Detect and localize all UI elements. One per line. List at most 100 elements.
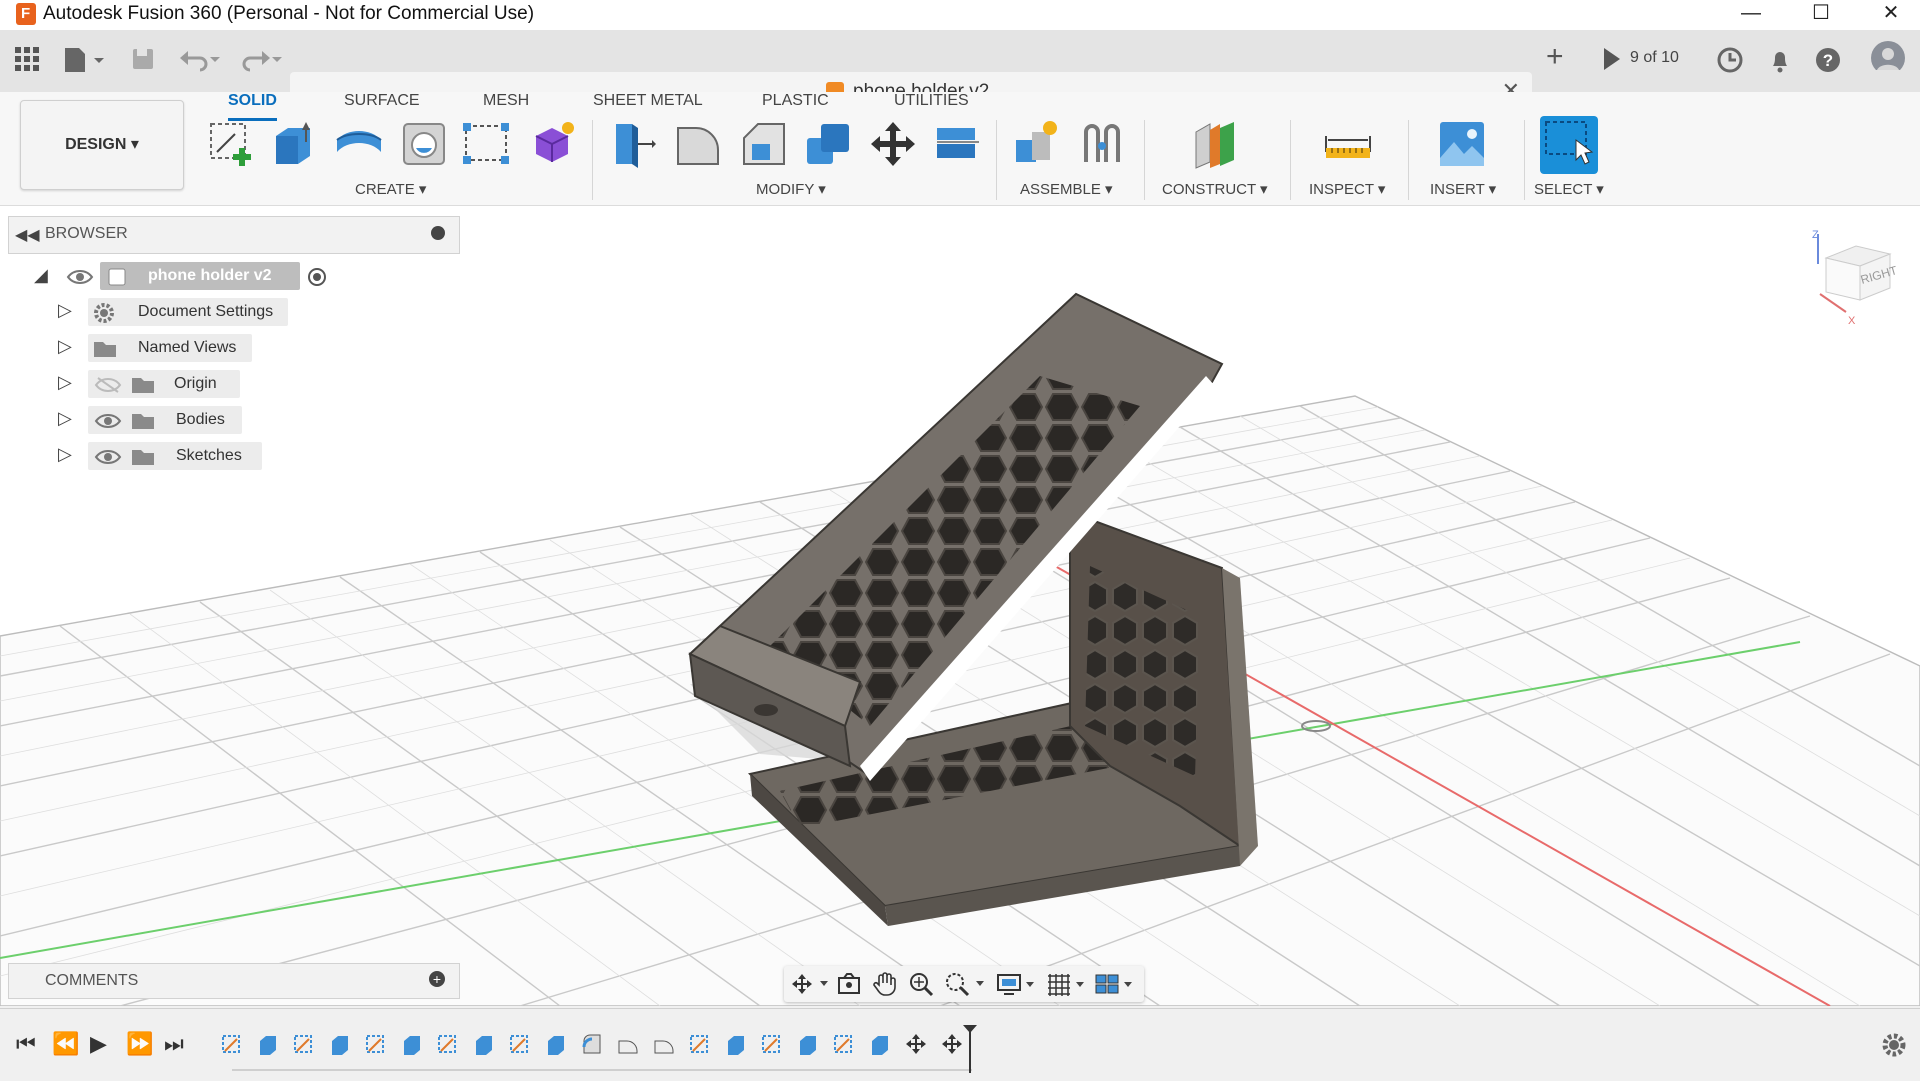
- tree-item[interactable]: ▷ Origin: [58, 370, 358, 400]
- press-pull-icon[interactable]: [606, 118, 658, 170]
- timeline-extrude-feature[interactable]: [256, 1033, 280, 1055]
- modify-group-label[interactable]: MODIFY ▾: [756, 180, 826, 198]
- timeline-next-button[interactable]: ⏩: [126, 1031, 153, 1057]
- timeline-move-feature[interactable]: [904, 1033, 928, 1055]
- inspect-group-label[interactable]: INSPECT ▾: [1309, 180, 1385, 198]
- timeline-extrude-feature[interactable]: [472, 1033, 496, 1055]
- timeline-sketch-feature[interactable]: [688, 1033, 712, 1055]
- tab-sheet-metal[interactable]: SHEET METAL: [593, 92, 703, 118]
- help-icon[interactable]: ?: [1814, 46, 1842, 76]
- timeline-extrude-feature[interactable]: [544, 1033, 568, 1055]
- timeline-sketch-feature[interactable]: [220, 1033, 244, 1055]
- add-comment-button[interactable]: +: [429, 971, 445, 987]
- timeline-previous-button[interactable]: ⏪: [52, 1031, 79, 1057]
- viewports-icon[interactable]: [1094, 972, 1138, 996]
- workspace-switcher-button[interactable]: DESIGN ▾: [20, 100, 184, 190]
- look-at-icon[interactable]: [836, 972, 862, 996]
- measure-icon[interactable]: [1322, 118, 1374, 170]
- timeline-sketch-feature[interactable]: [760, 1033, 784, 1055]
- revolve-icon[interactable]: [333, 118, 385, 170]
- tree-item[interactable]: ▷ Named Views: [58, 334, 358, 364]
- data-panel-grid-icon[interactable]: [14, 46, 40, 76]
- tree-root-row[interactable]: ◢ phone holder v2: [30, 262, 350, 292]
- fit-window-zoom-icon[interactable]: [944, 971, 988, 997]
- close-window-button[interactable]: ✕: [1856, 0, 1920, 28]
- select-tool-icon[interactable]: [1540, 116, 1598, 174]
- new-tab-button[interactable]: +: [1546, 40, 1564, 74]
- timeline-extrude-feature[interactable]: [724, 1033, 748, 1055]
- timeline-marker-handle[interactable]: [960, 1023, 980, 1075]
- user-avatar-icon[interactable]: [1870, 40, 1906, 70]
- tree-item[interactable]: ▷ Sketches: [58, 442, 358, 472]
- timeline-sketch-feature[interactable]: [508, 1033, 532, 1055]
- timeline-fillet-feature[interactable]: [652, 1033, 676, 1055]
- move-copy-icon[interactable]: [867, 118, 919, 170]
- timeline-sketch-feature[interactable]: [292, 1033, 316, 1055]
- timeline-extrude-feature[interactable]: [796, 1033, 820, 1055]
- insert-group-label[interactable]: INSERT ▾: [1430, 180, 1496, 198]
- align-icon[interactable]: [931, 118, 983, 170]
- job-status-count[interactable]: 9 of 10: [1630, 49, 1679, 67]
- timeline-extrude-feature[interactable]: [868, 1033, 892, 1055]
- timeline-sketch-feature[interactable]: [832, 1033, 856, 1055]
- undo-icon[interactable]: [178, 46, 224, 76]
- timeline-sketch-feature[interactable]: [436, 1033, 460, 1055]
- collapse-panel-icon[interactable]: ◀◀: [15, 225, 40, 245]
- grid-settings-icon[interactable]: [1046, 972, 1090, 996]
- pan-hand-icon[interactable]: [872, 971, 898, 997]
- zoom-icon[interactable]: [908, 971, 936, 997]
- tab-utilities[interactable]: UTILITIES: [894, 92, 969, 118]
- minimize-browser-button[interactable]: [431, 226, 445, 240]
- construct-group-label[interactable]: CONSTRUCT ▾: [1162, 180, 1268, 198]
- expand-triangle-icon[interactable]: ▷: [58, 444, 72, 465]
- visibility-eye-icon[interactable]: [66, 268, 94, 286]
- orbit-icon[interactable]: [790, 972, 830, 996]
- visibility-hidden-eye-icon[interactable]: [94, 376, 122, 394]
- minimize-button[interactable]: —: [1716, 0, 1786, 28]
- timeline-play-button[interactable]: ▶: [90, 1031, 107, 1057]
- visibility-eye-icon[interactable]: [94, 448, 122, 466]
- activate-radio-icon[interactable]: [306, 266, 328, 288]
- tab-solid[interactable]: SOLID: [228, 92, 277, 121]
- tab-mesh[interactable]: MESH: [483, 92, 529, 118]
- extrude-icon[interactable]: [268, 118, 320, 170]
- expand-triangle-icon[interactable]: ▷: [58, 336, 72, 357]
- combine-icon[interactable]: [803, 118, 855, 170]
- assemble-group-label[interactable]: ASSEMBLE ▾: [1020, 180, 1113, 198]
- redo-icon[interactable]: [238, 46, 284, 76]
- timeline-fillet-feature[interactable]: [580, 1033, 604, 1055]
- timeline-settings-gear-icon[interactable]: [1880, 1031, 1908, 1059]
- expand-triangle-icon[interactable]: ▷: [58, 372, 72, 393]
- shell-icon[interactable]: [398, 118, 450, 170]
- collapse-triangle-icon[interactable]: ◢: [34, 265, 48, 286]
- rectangular-pattern-icon[interactable]: [460, 118, 512, 170]
- maximize-button[interactable]: ☐: [1786, 0, 1856, 28]
- insert-image-icon[interactable]: [1436, 118, 1488, 170]
- timeline-extrude-feature[interactable]: [400, 1033, 424, 1055]
- notification-bell-icon[interactable]: [1766, 46, 1794, 76]
- tab-surface[interactable]: SURFACE: [344, 92, 420, 118]
- file-menu-icon[interactable]: [62, 46, 106, 76]
- job-status-icon[interactable]: [1600, 46, 1624, 76]
- fillet-icon[interactable]: [672, 118, 724, 170]
- visibility-eye-icon[interactable]: [94, 412, 122, 430]
- joint-icon[interactable]: [1076, 118, 1128, 170]
- timeline-sketch-feature[interactable]: [364, 1033, 388, 1055]
- new-component-icon[interactable]: [1010, 118, 1062, 170]
- offset-plane-icon[interactable]: [1190, 118, 1242, 170]
- create-form-icon[interactable]: [526, 118, 578, 170]
- chamfer-icon[interactable]: [738, 118, 790, 170]
- tab-plastic[interactable]: PLASTIC: [762, 92, 829, 118]
- create-group-label[interactable]: CREATE ▾: [355, 180, 426, 198]
- tree-item[interactable]: ▷ Bodies: [58, 406, 358, 436]
- timeline-fillet-feature[interactable]: [616, 1033, 640, 1055]
- clock-icon[interactable]: [1716, 46, 1744, 76]
- view-cube[interactable]: Z RIGHT X: [1810, 228, 1900, 328]
- timeline-last-button[interactable]: ⏭: [164, 1031, 184, 1057]
- create-sketch-icon[interactable]: [205, 118, 257, 170]
- tree-item[interactable]: ▷ Document Settings: [58, 298, 358, 328]
- expand-triangle-icon[interactable]: ▷: [58, 408, 72, 429]
- save-icon[interactable]: [130, 46, 156, 76]
- select-group-label[interactable]: SELECT ▾: [1534, 180, 1604, 198]
- expand-triangle-icon[interactable]: ▷: [58, 300, 72, 321]
